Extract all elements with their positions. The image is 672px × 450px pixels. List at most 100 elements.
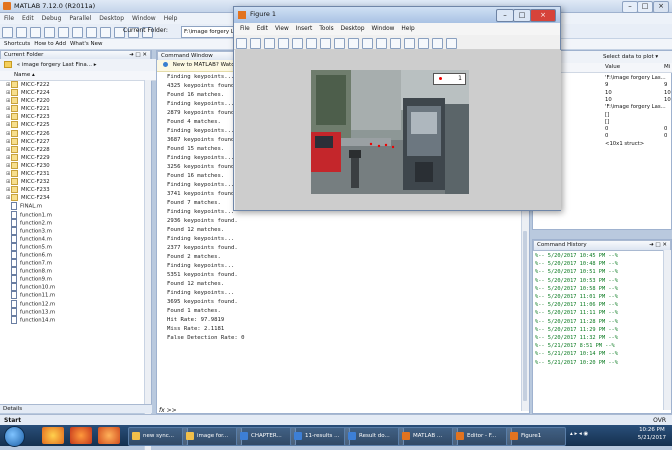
close-button[interactable]: × <box>653 1 669 13</box>
history-entry[interactable]: %-- 5/20/2017 11:28 PM --% <box>535 318 618 326</box>
taskbar-item[interactable]: new sync... <box>128 427 188 446</box>
file-item[interactable]: function11.m <box>0 291 146 300</box>
figure-menu-help[interactable]: Help <box>401 23 414 35</box>
history-entry[interactable]: %-- 5/20/2017 10:48 PM --% <box>535 260 618 268</box>
workspace-value[interactable]: [] <box>605 112 609 119</box>
file-item[interactable]: function7.m <box>0 259 146 268</box>
taskbar-item[interactable]: Editor - F... <box>452 427 512 446</box>
figure-menu-edit[interactable]: Edit <box>257 23 268 35</box>
menu-item-parallel[interactable]: Parallel <box>69 13 91 24</box>
taskbar-item[interactable]: MATLAB ... <box>398 427 458 446</box>
workspace-value[interactable]: 0 <box>605 126 608 133</box>
hide-tools-icon[interactable] <box>432 38 443 49</box>
taskbar-item[interactable]: image for... <box>182 427 242 446</box>
folder-item[interactable]: ⊞ MICC-F232 <box>0 178 146 186</box>
folder-item[interactable]: ⊞ MICC-F233 <box>0 186 146 194</box>
tray-icons[interactable]: ▴ ▸ ◂ ◉ <box>570 431 588 437</box>
file-item[interactable]: function12.m <box>0 299 146 308</box>
open-icon[interactable] <box>250 38 261 49</box>
menu-item-window[interactable]: Window <box>132 13 156 24</box>
file-item[interactable]: function1.m <box>0 210 146 219</box>
show-tools-icon[interactable] <box>446 38 457 49</box>
file-item[interactable]: function4.m <box>0 234 146 243</box>
folder-item[interactable]: ⊞ MICC-F228 <box>0 145 146 154</box>
shortcut-item[interactable]: What's New <box>70 39 103 50</box>
new-figure-icon[interactable] <box>236 38 247 49</box>
history-entry[interactable]: %-- 5/20/2017 11:29 PM --% <box>535 326 618 334</box>
details-panel-header[interactable]: Details <box>0 404 152 413</box>
workspace-value[interactable]: 9 <box>605 82 608 89</box>
min-column-header[interactable]: Mi <box>664 63 670 72</box>
zoom-in-icon[interactable] <box>306 38 317 49</box>
workspace-value[interactable]: 'F:\image forgery Las... <box>605 104 666 111</box>
file-item[interactable]: function2.m <box>0 218 146 227</box>
chrome-icon[interactable] <box>42 427 64 444</box>
history-entry[interactable]: %-- 5/20/2017 10:51 PM --% <box>535 268 618 276</box>
history-entry[interactable]: %-- 5/21/2017 8:51 PM --% <box>535 342 618 350</box>
folder-item[interactable]: ⊞ MICC-F226 <box>0 129 146 138</box>
figure-menu-tools[interactable]: Tools <box>319 23 333 35</box>
figure-window[interactable]: Figure 1 – □ × File Edit View Insert Tools De… <box>233 6 561 211</box>
figure-menu-window[interactable]: Window <box>372 23 395 35</box>
select-data-to-plot-button[interactable]: Select data to plot ▾ <box>603 51 658 63</box>
simulink-icon[interactable] <box>100 27 111 38</box>
menu-item-edit[interactable]: Edit <box>22 13 34 24</box>
windows-start-orb-icon[interactable] <box>4 426 25 447</box>
history-entry[interactable]: %-- 5/20/2017 10:53 PM --% <box>535 277 618 285</box>
workspace-value[interactable]: <10x1 struct> <box>605 141 644 148</box>
history-entry[interactable]: %-- 5/20/2017 10:58 PM --% <box>535 285 618 293</box>
folder-item[interactable]: ⊞ MICC-F231 <box>0 170 146 178</box>
media-player-icon[interactable] <box>98 427 120 444</box>
file-item[interactable]: function3.m <box>0 226 146 235</box>
plot-legend[interactable]: 1 <box>433 73 466 85</box>
undo-icon[interactable] <box>72 27 83 38</box>
scrollbar-thumb[interactable] <box>523 231 527 401</box>
folder-item[interactable]: ⊞ MICC-F223 <box>0 113 146 121</box>
name-column-header[interactable]: Name ▴ <box>0 71 166 81</box>
figure-title-bar[interactable]: Figure 1 – □ × <box>234 7 560 24</box>
history-entry[interactable]: %-- 5/21/2017 10:20 PM --% <box>535 359 618 367</box>
redo-icon[interactable] <box>86 27 97 38</box>
value-column-header[interactable]: Value <box>605 63 620 72</box>
history-entry[interactable]: %-- 5/20/2017 11:01 PM --% <box>535 293 618 301</box>
file-item[interactable]: function10.m <box>0 283 146 292</box>
history-entry[interactable]: %-- 5/21/2017 10:14 PM --% <box>535 350 618 358</box>
pane-controls-icon[interactable]: ➜ □ ✕ <box>129 51 147 59</box>
command-history-scrollbar[interactable] <box>663 250 671 410</box>
taskbar-item[interactable]: CHAPTER... <box>236 427 296 446</box>
folder-item[interactable]: ⊞ MICC-F229 <box>0 153 146 162</box>
menu-item-file[interactable]: File <box>4 13 14 24</box>
file-item[interactable]: FINAL.m <box>0 202 146 211</box>
file-list-scrollbar[interactable] <box>144 80 151 450</box>
figure-close-button[interactable]: × <box>530 9 556 22</box>
figure-minimize-button[interactable]: – <box>496 9 514 22</box>
file-item[interactable]: function9.m <box>0 275 146 284</box>
file-item[interactable]: function8.m <box>0 267 146 276</box>
history-entry[interactable]: %-- 5/20/2017 11:32 PM --% <box>535 334 618 342</box>
brush-icon[interactable] <box>376 38 387 49</box>
taskbar-item[interactable]: 11-results ... <box>290 427 350 446</box>
history-entry[interactable]: %-- 5/20/2017 11:06 PM --% <box>535 301 618 309</box>
taskbar-item[interactable]: Figure1 <box>506 427 566 446</box>
print-icon[interactable] <box>278 38 289 49</box>
history-entry[interactable]: %-- 5/20/2017 11:11 PM --% <box>535 309 618 317</box>
maximize-button[interactable]: □ <box>637 1 653 13</box>
menu-item-desktop[interactable]: Desktop <box>99 13 124 24</box>
menu-item-help[interactable]: Help <box>164 13 178 24</box>
new-file-icon[interactable] <box>2 27 13 38</box>
file-item[interactable]: function13.m <box>0 307 146 316</box>
data-cursor-icon[interactable] <box>362 38 373 49</box>
figure-menu-file[interactable]: File <box>240 23 250 35</box>
menu-item-debug[interactable]: Debug <box>42 13 62 24</box>
rotate-icon[interactable] <box>348 38 359 49</box>
colorbar-icon[interactable] <box>404 38 415 49</box>
save-icon[interactable] <box>264 38 275 49</box>
workspace-value[interactable]: 10 <box>605 90 612 97</box>
figure-menu-desktop[interactable]: Desktop <box>341 23 365 35</box>
folder-item[interactable]: ⊞ MICC-F230 <box>0 161 146 170</box>
command-history-list[interactable]: %-- 5/20/2017 10:45 PM --% %-- 5/20/2017 … <box>535 252 618 367</box>
firefox-icon[interactable] <box>70 427 92 444</box>
figure-menu-view[interactable]: View <box>275 23 289 35</box>
folder-item[interactable]: ⊞ MICC-F221 <box>0 105 146 113</box>
cut-icon[interactable] <box>30 27 41 38</box>
